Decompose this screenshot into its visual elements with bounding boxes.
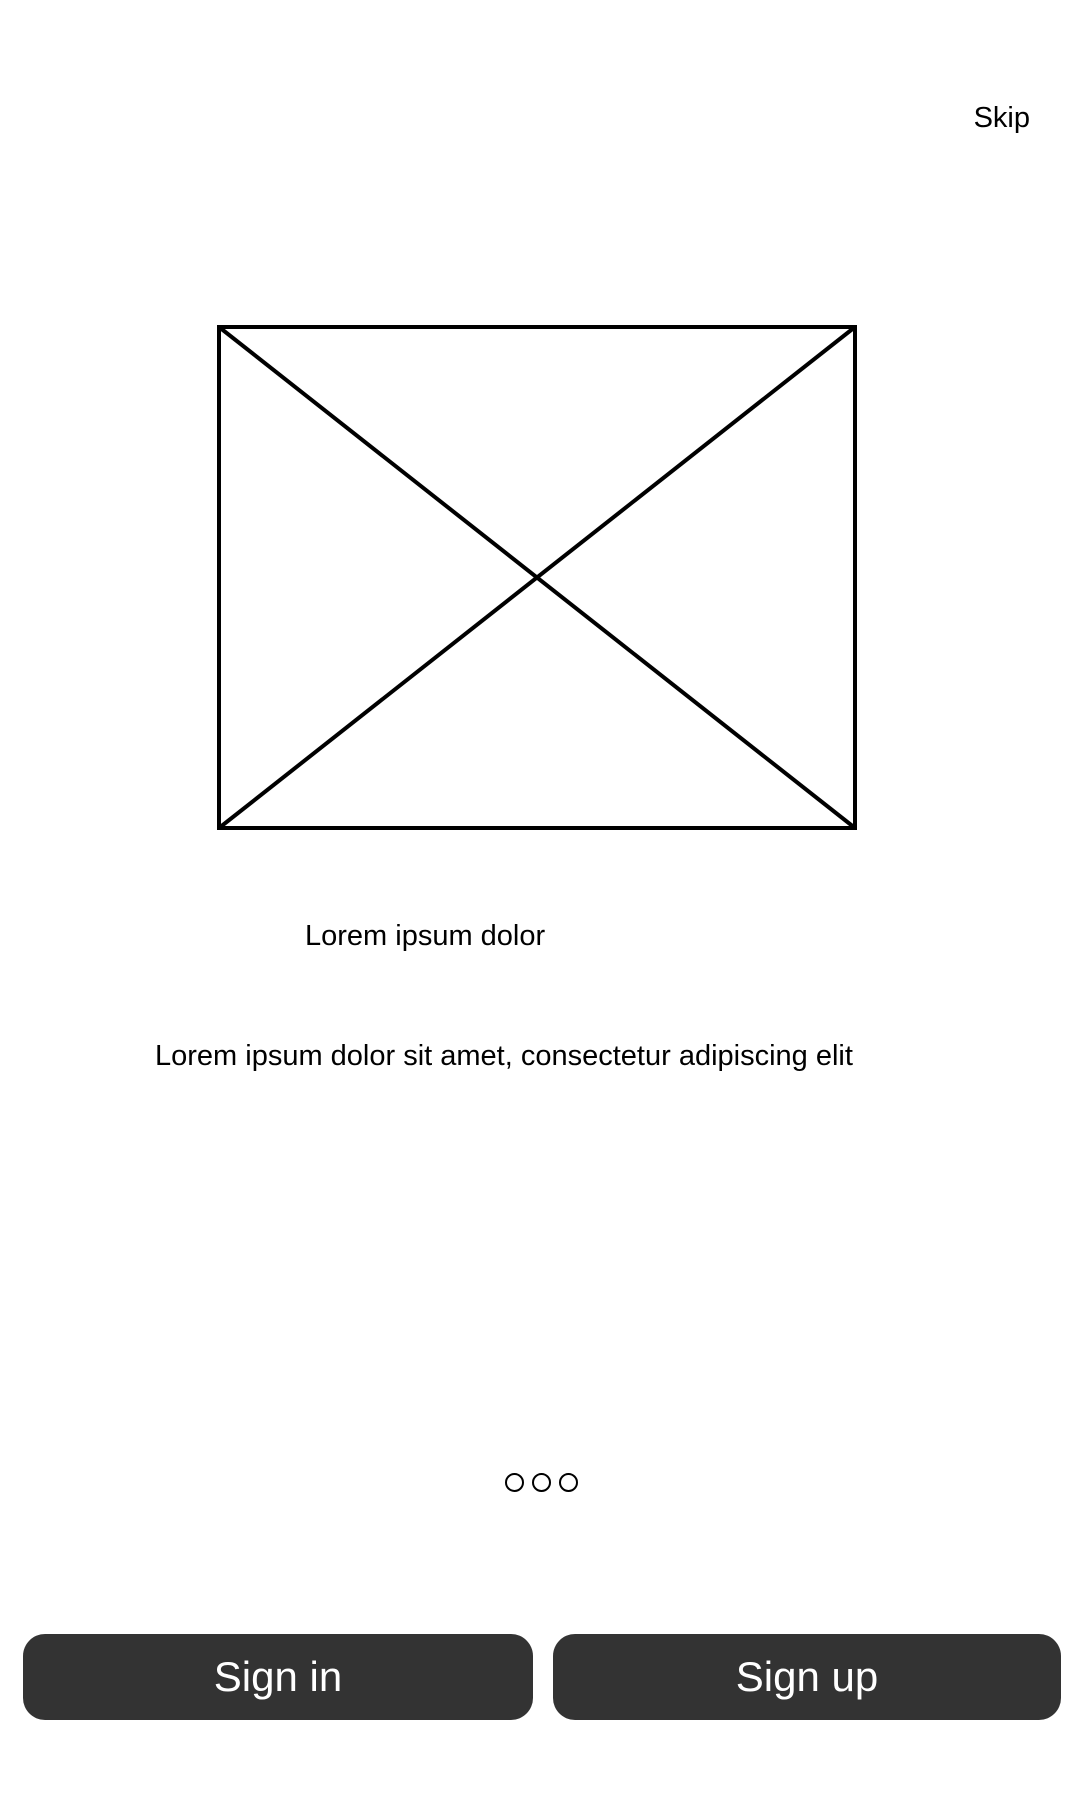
sign-up-button[interactable]: Sign up	[553, 1634, 1061, 1720]
image-placeholder-icon	[217, 325, 857, 830]
skip-button[interactable]: Skip	[974, 100, 1030, 136]
page-indicator	[505, 1473, 578, 1492]
page-indicator-dot[interactable]	[532, 1473, 551, 1492]
onboarding-headline: Lorem ipsum dolor	[305, 920, 546, 952]
page-indicator-dot[interactable]	[505, 1473, 524, 1492]
page-indicator-dot[interactable]	[559, 1473, 578, 1492]
onboarding-description: Lorem ipsum dolor sit amet, consectetur …	[155, 1040, 853, 1072]
sign-in-button[interactable]: Sign in	[23, 1634, 533, 1720]
